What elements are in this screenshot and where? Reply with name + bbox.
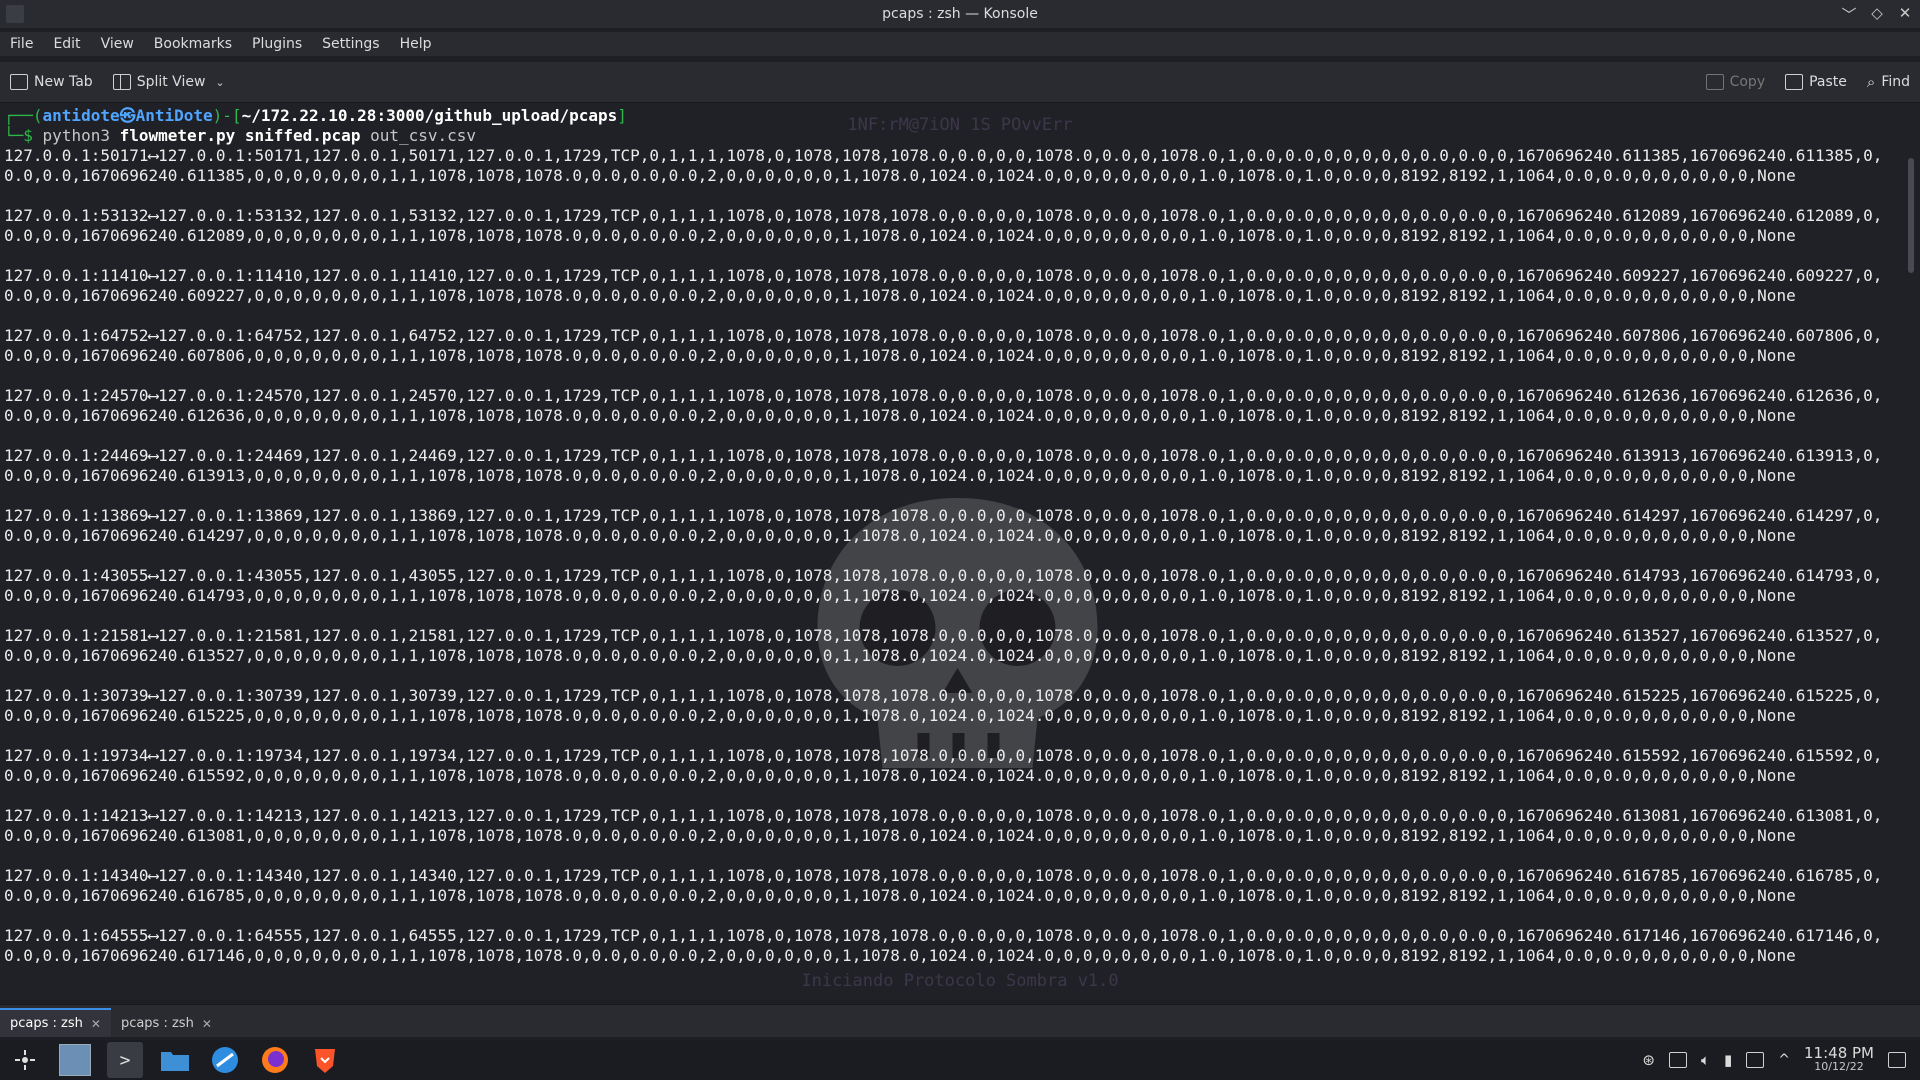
tab-pcaps-zsh-1[interactable]: pcaps : zsh ✕	[0, 1008, 111, 1037]
file-manager-icon[interactable]	[157, 1042, 193, 1078]
command-output-file: out_csv.csv	[370, 126, 477, 145]
paste-icon	[1785, 74, 1804, 90]
split-view-icon	[112, 74, 131, 90]
show-desktop-icon[interactable]	[1888, 1052, 1906, 1068]
menu-plugins[interactable]: Plugins	[242, 36, 312, 52]
taskbar: > ⊛ 🔈︎ ▮ ^ 11:48 PM 10/12/22	[0, 1040, 1920, 1080]
clipboard-icon[interactable]	[1669, 1052, 1687, 1068]
menu-edit[interactable]: Edit	[43, 36, 90, 52]
display-icon[interactable]	[1746, 1052, 1765, 1068]
output-row: 127.0.0.1:64752⟷127.0.0.1:64752,127.0.0.…	[4, 326, 1883, 365]
output-row: 127.0.0.1:43055⟷127.0.0.1:43055,127.0.0.…	[4, 566, 1883, 605]
menu-view[interactable]: View	[91, 36, 144, 52]
split-view-button[interactable]: Split View ⌄	[103, 66, 235, 98]
menu-help[interactable]: Help	[390, 36, 442, 52]
konsole-icon[interactable]: >	[107, 1042, 143, 1078]
konsole-app-icon[interactable]	[6, 5, 24, 23]
paste-button[interactable]: Paste	[1775, 66, 1857, 98]
desktop-pager-icon[interactable]	[57, 1042, 93, 1078]
prompt-arrow: └─$	[4, 126, 33, 145]
toolbar: New Tab Split View ⌄ Copy Paste ⌕ Find	[0, 62, 1920, 103]
command-python: python3	[42, 126, 110, 145]
output-row: 127.0.0.1:14340⟷127.0.0.1:14340,127.0.0.…	[4, 866, 1883, 905]
output-row: 127.0.0.1:50171⟷127.0.0.1:50171,127.0.0.…	[4, 146, 1883, 185]
menu-bar: File Edit View Bookmarks Plugins Setting…	[0, 32, 1920, 56]
search-icon: ⌕	[1866, 73, 1876, 91]
tab-pcaps-zsh-2[interactable]: pcaps : zsh ✕	[111, 1010, 222, 1037]
chevron-down-icon[interactable]: ⌄	[215, 76, 224, 89]
paste-label: Paste	[1809, 74, 1847, 90]
menu-bookmarks[interactable]: Bookmarks	[144, 36, 242, 52]
window-controls: ﹀ ◇ ✕	[1840, 4, 1914, 25]
find-label: Find	[1881, 74, 1910, 90]
tray-expand-icon[interactable]: ^	[1778, 1052, 1790, 1068]
copy-icon	[1705, 74, 1724, 90]
menu-settings[interactable]: Settings	[312, 36, 389, 52]
close-window-button[interactable]: ✕	[1896, 4, 1914, 25]
terminal-scrollbar[interactable]	[1908, 158, 1914, 273]
system-tray: ⊛ 🔈︎ ▮ ^ 11:48 PM 10/12/22	[1642, 1046, 1906, 1074]
output-row: 127.0.0.1:21581⟷127.0.0.1:21581,127.0.0.…	[4, 626, 1883, 665]
prompt-user: antidote㉿AntiDote	[42, 106, 213, 125]
volume-icon[interactable]: 🔈︎	[1701, 1051, 1710, 1069]
command-line: └─$ python3 flowmeter.py sniffed.pcap ou…	[4, 126, 1894, 146]
output-row: 127.0.0.1:19734⟷127.0.0.1:19734,127.0.0.…	[4, 746, 1883, 785]
window-title: pcaps : zsh — Konsole	[882, 6, 1038, 22]
find-button[interactable]: ⌕ Find	[1857, 66, 1920, 98]
tab-label: pcaps : zsh	[120, 1016, 194, 1031]
window-titlebar: pcaps : zsh — Konsole ﹀ ◇ ✕	[0, 0, 1920, 28]
terminal-output: ┌──(antidote㉿AntiDote)-[~/172.22.10.28:3…	[4, 106, 1894, 986]
clock[interactable]: 11:48 PM 10/12/22	[1804, 1046, 1874, 1074]
prompt-path: ~/172.22.10.28:3000/github_upload/pcaps	[241, 106, 618, 125]
output-row: 127.0.0.1:53132⟷127.0.0.1:53132,127.0.0.…	[4, 206, 1883, 245]
copy-button[interactable]: Copy	[1696, 66, 1776, 98]
output-row: 127.0.0.1:30739⟷127.0.0.1:30739,127.0.0.…	[4, 686, 1883, 725]
output-row: 127.0.0.1:14213⟷127.0.0.1:14213,127.0.0.…	[4, 806, 1883, 845]
brave-icon[interactable]	[307, 1042, 343, 1078]
new-tab-button[interactable]: New Tab	[0, 66, 103, 98]
split-view-label: Split View	[136, 74, 206, 90]
terminal-tab-bar: pcaps : zsh ✕ pcaps : zsh ✕	[0, 1004, 1920, 1037]
app-launcher-icon[interactable]	[7, 1042, 43, 1078]
close-tab-icon[interactable]: ✕	[202, 1017, 212, 1031]
output-row: 127.0.0.1:11410⟷127.0.0.1:11410,127.0.0.…	[4, 266, 1883, 305]
minimize-button[interactable]: ﹀	[1840, 4, 1858, 25]
copy-label: Copy	[1729, 74, 1766, 90]
maximize-button[interactable]: ◇	[1868, 4, 1886, 25]
output-row: 127.0.0.1:13869⟷127.0.0.1:13869,127.0.0.…	[4, 506, 1883, 545]
output-row: 127.0.0.1:24469⟷127.0.0.1:24469,127.0.0.…	[4, 446, 1883, 485]
terminal-view[interactable]: 1NF:rM@7iON 1S POvvErr Iniciando Protoco…	[0, 103, 1920, 1000]
tab-label: pcaps : zsh	[10, 1016, 83, 1031]
prompt-line: ┌──(antidote㉿AntiDote)-[~/172.22.10.28:3…	[4, 106, 627, 125]
output-row: 127.0.0.1:64555⟷127.0.0.1:64555,127.0.0.…	[4, 926, 1883, 965]
discover-icon[interactable]	[207, 1042, 243, 1078]
firefox-icon[interactable]	[257, 1042, 293, 1078]
clock-time: 11:48 PM	[1804, 1044, 1874, 1062]
new-tab-label: New Tab	[34, 74, 93, 90]
battery-icon[interactable]: ▮	[1724, 1051, 1732, 1069]
new-tab-icon	[10, 74, 28, 90]
close-tab-icon[interactable]: ✕	[91, 1017, 101, 1031]
menu-file[interactable]: File	[0, 36, 43, 52]
clock-date: 10/12/22	[1814, 1060, 1864, 1073]
network-status-icon[interactable]: ⊛	[1642, 1051, 1655, 1069]
command-script: flowmeter.py sniffed.pcap	[119, 126, 361, 145]
output-row: 127.0.0.1:24570⟷127.0.0.1:24570,127.0.0.…	[4, 386, 1883, 425]
